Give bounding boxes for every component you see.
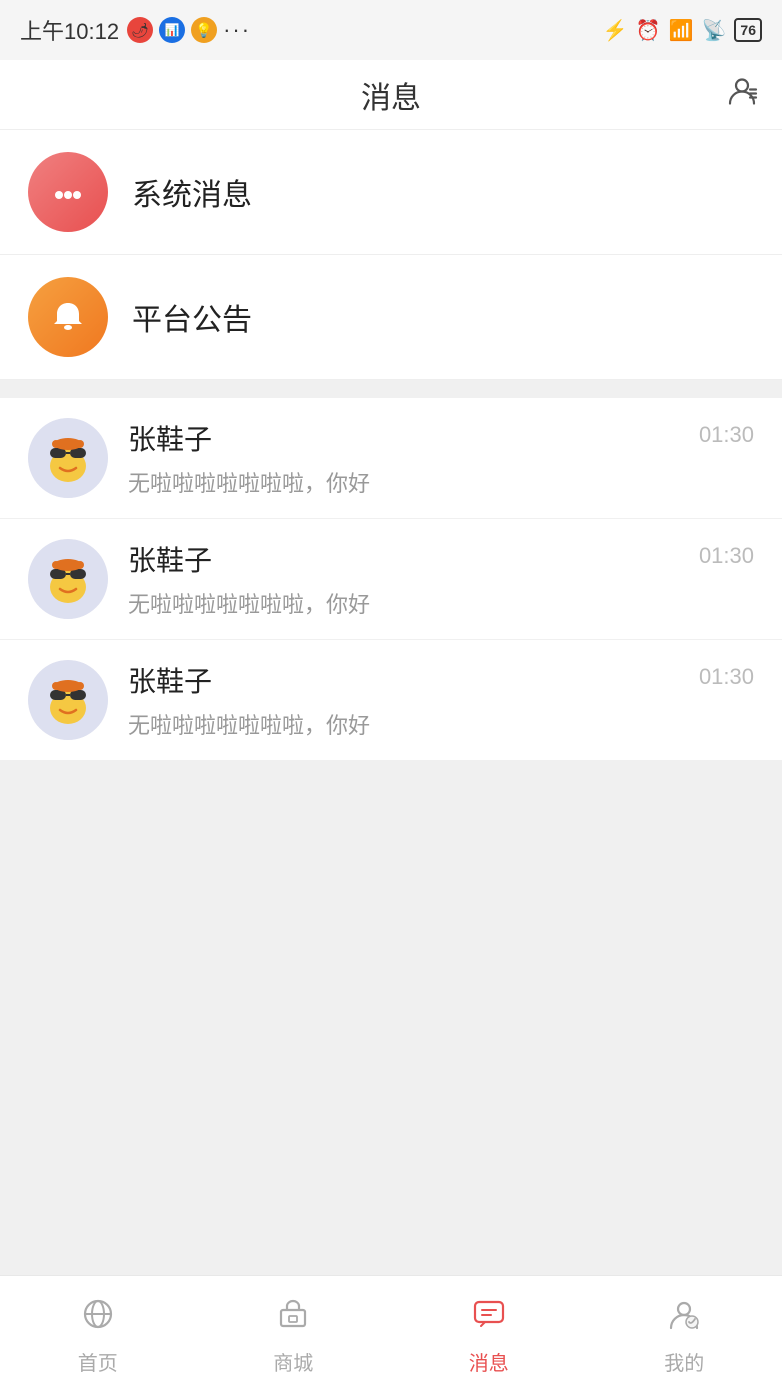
tab-mall-label: 商城: [273, 1347, 313, 1376]
wifi-icon: 📡: [702, 18, 727, 43]
chat-body: 张鞋子 无啦啦啦啦啦啦啦，你好: [128, 418, 683, 498]
battery-level: 76: [740, 22, 756, 38]
page-header: 消息: [0, 60, 782, 130]
avatar: [28, 539, 108, 619]
chat-name: 张鞋子: [128, 418, 683, 458]
chat-time: 01:30: [699, 543, 754, 569]
tab-mall[interactable]: 商城: [196, 1296, 392, 1376]
content-area: 系统消息 平台公告: [0, 130, 782, 1275]
app-icon-1: 🌶: [127, 17, 153, 43]
mall-icon: [275, 1296, 311, 1341]
profile-button[interactable]: [726, 75, 758, 114]
chat-item[interactable]: 张鞋子 无啦啦啦啦啦啦啦，你好 01:30: [0, 398, 782, 519]
status-more-dots: ···: [223, 17, 251, 43]
page-title: 消息: [361, 73, 421, 117]
chat-body: 张鞋子 无啦啦啦啦啦啦啦，你好: [128, 660, 683, 740]
chat-item[interactable]: 张鞋子 无啦啦啦啦啦啦啦，你好 01:30: [0, 519, 782, 640]
messages-icon: [471, 1296, 507, 1341]
status-app-icons: 🌶 📊 💡 ···: [127, 17, 251, 43]
tab-bar: 首页 商城 消息: [0, 1275, 782, 1395]
system-message-item[interactable]: 系统消息: [0, 130, 782, 255]
status-time: 上午10:12: [20, 14, 119, 46]
battery-indicator: 76: [734, 18, 762, 42]
chat-time: 01:30: [699, 664, 754, 690]
chat-list: 张鞋子 无啦啦啦啦啦啦啦，你好 01:30: [0, 398, 782, 761]
status-bar: 上午10:12 🌶 📊 💡 ··· ⚡ ⏰ 📶 📡 76: [0, 0, 782, 60]
avatar: [28, 660, 108, 740]
platform-announcement-label: 平台公告: [132, 295, 252, 339]
tab-home-label: 首页: [78, 1347, 118, 1376]
home-icon: [80, 1296, 116, 1341]
mine-icon: [666, 1296, 702, 1341]
chat-preview: 无啦啦啦啦啦啦啦，你好: [128, 587, 683, 619]
status-time-group: 上午10:12 🌶 📊 💡 ···: [20, 14, 251, 46]
tab-mine-label: 我的: [664, 1347, 704, 1376]
platform-announcement-icon: [28, 277, 108, 357]
alarm-icon: ⏰: [636, 18, 661, 43]
chat-preview: 无啦啦啦啦啦啦啦，你好: [128, 466, 683, 498]
chat-item[interactable]: 张鞋子 无啦啦啦啦啦啦啦，你好 01:30: [0, 640, 782, 761]
chat-name: 张鞋子: [128, 660, 683, 700]
empty-space: [0, 761, 782, 1275]
system-message-label: 系统消息: [132, 170, 252, 214]
avatar: [28, 418, 108, 498]
app-icon-3: 💡: [191, 17, 217, 43]
tab-messages-label: 消息: [469, 1347, 509, 1376]
chat-time: 01:30: [699, 422, 754, 448]
section-divider: [0, 380, 782, 398]
tab-messages[interactable]: 消息: [391, 1296, 587, 1376]
system-message-icon: [28, 152, 108, 232]
signal-icon: 📶: [669, 18, 694, 43]
status-icons-right: ⚡ ⏰ 📶 📡 76: [603, 18, 762, 43]
tab-mine[interactable]: 我的: [587, 1296, 782, 1376]
chat-preview: 无啦啦啦啦啦啦啦，你好: [128, 708, 683, 740]
platform-announcement-item[interactable]: 平台公告: [0, 255, 782, 380]
chat-name: 张鞋子: [128, 539, 683, 579]
app-icon-2: 📊: [159, 17, 185, 43]
chat-body: 张鞋子 无啦啦啦啦啦啦啦，你好: [128, 539, 683, 619]
bluetooth-icon: ⚡: [603, 18, 628, 43]
tab-home[interactable]: 首页: [0, 1296, 196, 1376]
